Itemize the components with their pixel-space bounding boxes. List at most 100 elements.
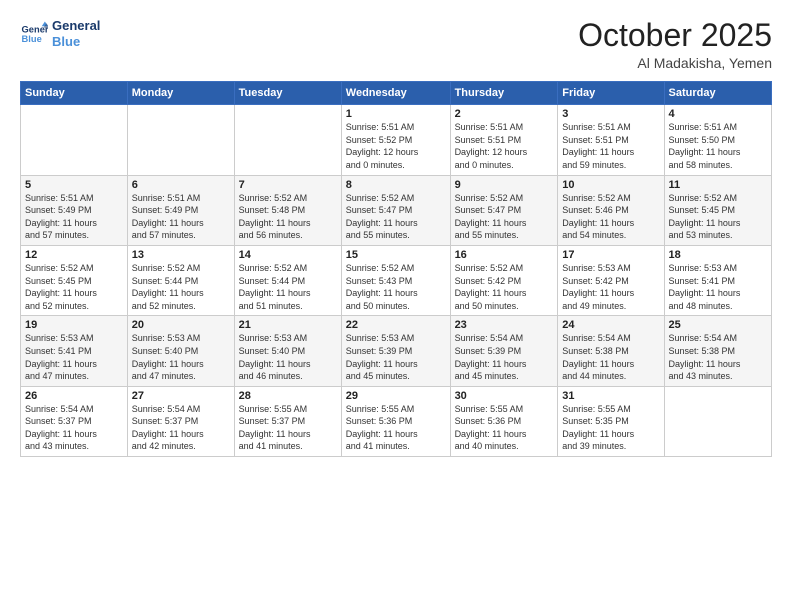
- table-cell: 27Sunrise: 5:54 AMSunset: 5:37 PMDayligh…: [127, 386, 234, 456]
- day-number: 11: [669, 179, 767, 191]
- day-info: Sunrise: 5:53 AMSunset: 5:41 PMDaylight:…: [25, 332, 123, 382]
- table-cell: 25Sunrise: 5:54 AMSunset: 5:38 PMDayligh…: [664, 316, 771, 386]
- day-info: Sunrise: 5:55 AMSunset: 5:36 PMDaylight:…: [455, 403, 554, 453]
- day-info: Sunrise: 5:52 AMSunset: 5:45 PMDaylight:…: [669, 192, 767, 242]
- day-info: Sunrise: 5:53 AMSunset: 5:42 PMDaylight:…: [562, 262, 659, 312]
- table-cell: 12Sunrise: 5:52 AMSunset: 5:45 PMDayligh…: [21, 245, 128, 315]
- day-number: 26: [25, 390, 123, 402]
- table-cell: 7Sunrise: 5:52 AMSunset: 5:48 PMDaylight…: [234, 175, 341, 245]
- calendar-header-row: Sunday Monday Tuesday Wednesday Thursday…: [21, 82, 772, 105]
- calendar-week-row: 19Sunrise: 5:53 AMSunset: 5:41 PMDayligh…: [21, 316, 772, 386]
- col-saturday: Saturday: [664, 82, 771, 105]
- table-cell: 5Sunrise: 5:51 AMSunset: 5:49 PMDaylight…: [21, 175, 128, 245]
- col-sunday: Sunday: [21, 82, 128, 105]
- table-cell: 18Sunrise: 5:53 AMSunset: 5:41 PMDayligh…: [664, 245, 771, 315]
- table-cell: [234, 105, 341, 175]
- table-cell: 11Sunrise: 5:52 AMSunset: 5:45 PMDayligh…: [664, 175, 771, 245]
- day-info: Sunrise: 5:51 AMSunset: 5:49 PMDaylight:…: [25, 192, 123, 242]
- day-number: 22: [346, 319, 446, 331]
- calendar-week-row: 12Sunrise: 5:52 AMSunset: 5:45 PMDayligh…: [21, 245, 772, 315]
- day-info: Sunrise: 5:54 AMSunset: 5:37 PMDaylight:…: [132, 403, 230, 453]
- svg-text:Blue: Blue: [22, 33, 42, 43]
- table-cell: 2Sunrise: 5:51 AMSunset: 5:51 PMDaylight…: [450, 105, 558, 175]
- day-number: 3: [562, 108, 659, 120]
- day-number: 30: [455, 390, 554, 402]
- col-thursday: Thursday: [450, 82, 558, 105]
- day-info: Sunrise: 5:52 AMSunset: 5:42 PMDaylight:…: [455, 262, 554, 312]
- day-number: 5: [25, 179, 123, 191]
- col-tuesday: Tuesday: [234, 82, 341, 105]
- page: General Blue General Blue October 2025 A…: [0, 0, 792, 612]
- day-number: 6: [132, 179, 230, 191]
- day-number: 24: [562, 319, 659, 331]
- table-cell: 17Sunrise: 5:53 AMSunset: 5:42 PMDayligh…: [558, 245, 664, 315]
- day-info: Sunrise: 5:51 AMSunset: 5:52 PMDaylight:…: [346, 121, 446, 171]
- day-number: 27: [132, 390, 230, 402]
- day-number: 2: [455, 108, 554, 120]
- table-cell: [21, 105, 128, 175]
- logo-line2: Blue: [52, 34, 100, 50]
- day-number: 20: [132, 319, 230, 331]
- day-info: Sunrise: 5:54 AMSunset: 5:37 PMDaylight:…: [25, 403, 123, 453]
- table-cell: 31Sunrise: 5:55 AMSunset: 5:35 PMDayligh…: [558, 386, 664, 456]
- day-number: 21: [239, 319, 337, 331]
- day-number: 8: [346, 179, 446, 191]
- table-cell: 6Sunrise: 5:51 AMSunset: 5:49 PMDaylight…: [127, 175, 234, 245]
- month-title: October 2025: [578, 18, 772, 53]
- day-number: 4: [669, 108, 767, 120]
- table-cell: 23Sunrise: 5:54 AMSunset: 5:39 PMDayligh…: [450, 316, 558, 386]
- table-cell: 28Sunrise: 5:55 AMSunset: 5:37 PMDayligh…: [234, 386, 341, 456]
- day-info: Sunrise: 5:55 AMSunset: 5:35 PMDaylight:…: [562, 403, 659, 453]
- table-cell: 8Sunrise: 5:52 AMSunset: 5:47 PMDaylight…: [341, 175, 450, 245]
- table-cell: 15Sunrise: 5:52 AMSunset: 5:43 PMDayligh…: [341, 245, 450, 315]
- day-number: 13: [132, 249, 230, 261]
- table-cell: 30Sunrise: 5:55 AMSunset: 5:36 PMDayligh…: [450, 386, 558, 456]
- day-number: 17: [562, 249, 659, 261]
- day-number: 12: [25, 249, 123, 261]
- day-number: 31: [562, 390, 659, 402]
- day-info: Sunrise: 5:54 AMSunset: 5:39 PMDaylight:…: [455, 332, 554, 382]
- table-cell: 22Sunrise: 5:53 AMSunset: 5:39 PMDayligh…: [341, 316, 450, 386]
- day-info: Sunrise: 5:54 AMSunset: 5:38 PMDaylight:…: [669, 332, 767, 382]
- day-number: 23: [455, 319, 554, 331]
- day-info: Sunrise: 5:52 AMSunset: 5:43 PMDaylight:…: [346, 262, 446, 312]
- table-cell: 4Sunrise: 5:51 AMSunset: 5:50 PMDaylight…: [664, 105, 771, 175]
- table-cell: 10Sunrise: 5:52 AMSunset: 5:46 PMDayligh…: [558, 175, 664, 245]
- day-number: 9: [455, 179, 554, 191]
- day-info: Sunrise: 5:51 AMSunset: 5:49 PMDaylight:…: [132, 192, 230, 242]
- table-cell: 16Sunrise: 5:52 AMSunset: 5:42 PMDayligh…: [450, 245, 558, 315]
- day-number: 7: [239, 179, 337, 191]
- day-number: 25: [669, 319, 767, 331]
- calendar: Sunday Monday Tuesday Wednesday Thursday…: [20, 81, 772, 457]
- table-cell: 19Sunrise: 5:53 AMSunset: 5:41 PMDayligh…: [21, 316, 128, 386]
- day-number: 18: [669, 249, 767, 261]
- table-cell: 21Sunrise: 5:53 AMSunset: 5:40 PMDayligh…: [234, 316, 341, 386]
- table-cell: 29Sunrise: 5:55 AMSunset: 5:36 PMDayligh…: [341, 386, 450, 456]
- day-info: Sunrise: 5:51 AMSunset: 5:51 PMDaylight:…: [455, 121, 554, 171]
- day-number: 29: [346, 390, 446, 402]
- day-info: Sunrise: 5:53 AMSunset: 5:40 PMDaylight:…: [132, 332, 230, 382]
- table-cell: 3Sunrise: 5:51 AMSunset: 5:51 PMDaylight…: [558, 105, 664, 175]
- table-cell: 20Sunrise: 5:53 AMSunset: 5:40 PMDayligh…: [127, 316, 234, 386]
- day-number: 1: [346, 108, 446, 120]
- day-info: Sunrise: 5:51 AMSunset: 5:51 PMDaylight:…: [562, 121, 659, 171]
- title-block: October 2025 Al Madakisha, Yemen: [578, 18, 772, 71]
- col-wednesday: Wednesday: [341, 82, 450, 105]
- day-number: 10: [562, 179, 659, 191]
- logo-text: General Blue: [52, 18, 100, 49]
- calendar-week-row: 5Sunrise: 5:51 AMSunset: 5:49 PMDaylight…: [21, 175, 772, 245]
- col-friday: Friday: [558, 82, 664, 105]
- day-info: Sunrise: 5:53 AMSunset: 5:41 PMDaylight:…: [669, 262, 767, 312]
- day-info: Sunrise: 5:55 AMSunset: 5:36 PMDaylight:…: [346, 403, 446, 453]
- table-cell: [664, 386, 771, 456]
- logo-icon: General Blue: [20, 20, 48, 48]
- table-cell: 1Sunrise: 5:51 AMSunset: 5:52 PMDaylight…: [341, 105, 450, 175]
- day-info: Sunrise: 5:55 AMSunset: 5:37 PMDaylight:…: [239, 403, 337, 453]
- logo-line1: General: [52, 18, 100, 34]
- calendar-week-row: 1Sunrise: 5:51 AMSunset: 5:52 PMDaylight…: [21, 105, 772, 175]
- table-cell: 24Sunrise: 5:54 AMSunset: 5:38 PMDayligh…: [558, 316, 664, 386]
- table-cell: 26Sunrise: 5:54 AMSunset: 5:37 PMDayligh…: [21, 386, 128, 456]
- day-info: Sunrise: 5:52 AMSunset: 5:44 PMDaylight:…: [132, 262, 230, 312]
- col-monday: Monday: [127, 82, 234, 105]
- day-info: Sunrise: 5:52 AMSunset: 5:48 PMDaylight:…: [239, 192, 337, 242]
